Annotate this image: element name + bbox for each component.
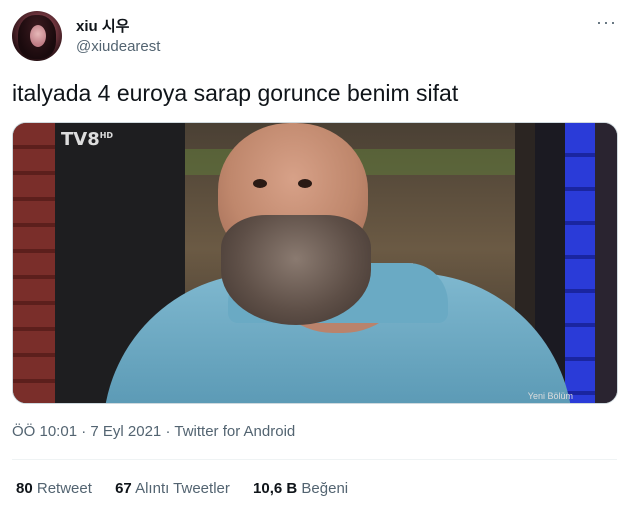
channel-logo-text: TV8 [61,129,100,150]
tweet-metadata: ÖÖ 10:01 · 7 Eyl 2021 · Twitter for Andr… [12,423,295,440]
blue-lights-background [565,123,595,403]
divider [12,459,617,460]
quote-tweets-stat[interactable]: 67 Alıntı Tweetler [115,480,230,497]
meta-separator: · [165,423,171,440]
retweets-stat[interactable]: 80 Retweet [16,480,92,497]
likes-label: Beğeni [301,480,349,497]
user-display-name[interactable]: xiu 시우 [76,15,129,36]
retweets-label: Retweet [36,480,92,497]
retweets-count: 80 [16,480,33,497]
more-options-icon[interactable]: ··· [596,13,617,31]
tweet-time[interactable]: ÖÖ 10:01 [12,423,77,440]
edge-background [595,123,617,403]
tweet-source[interactable]: Twitter for Android [174,423,295,440]
likes-count: 10,6 B [253,480,298,497]
tweet-date[interactable]: 7 Eyl 2021 [90,423,161,440]
tweet-text: italyada 4 euroya sarap gorunce benim si… [12,80,459,106]
tv-channel-logo: TV8HD [61,129,113,150]
meta-separator: · [81,423,87,440]
tweet-media-image[interactable]: TV8HD Yeni Bölüm [12,122,618,404]
episode-caption: Yeni Bölüm [527,391,573,401]
person-beard [221,215,371,325]
likes-stat[interactable]: 10,6 B Beğeni [253,480,348,497]
engagement-stats: 80 Retweet 67 Alıntı Tweetler 10,6 B Beğ… [16,480,367,497]
quotes-label: Alıntı Tweetler [135,480,230,497]
profile-avatar[interactable] [12,11,62,61]
person-right-eye [298,179,312,188]
channel-logo-suffix: HD [99,131,114,140]
avatar-face [30,25,46,47]
user-handle[interactable]: @xiudearest [76,38,160,55]
brick-wall-background [13,123,55,403]
person-left-eye [253,179,267,188]
quotes-count: 67 [115,480,132,497]
